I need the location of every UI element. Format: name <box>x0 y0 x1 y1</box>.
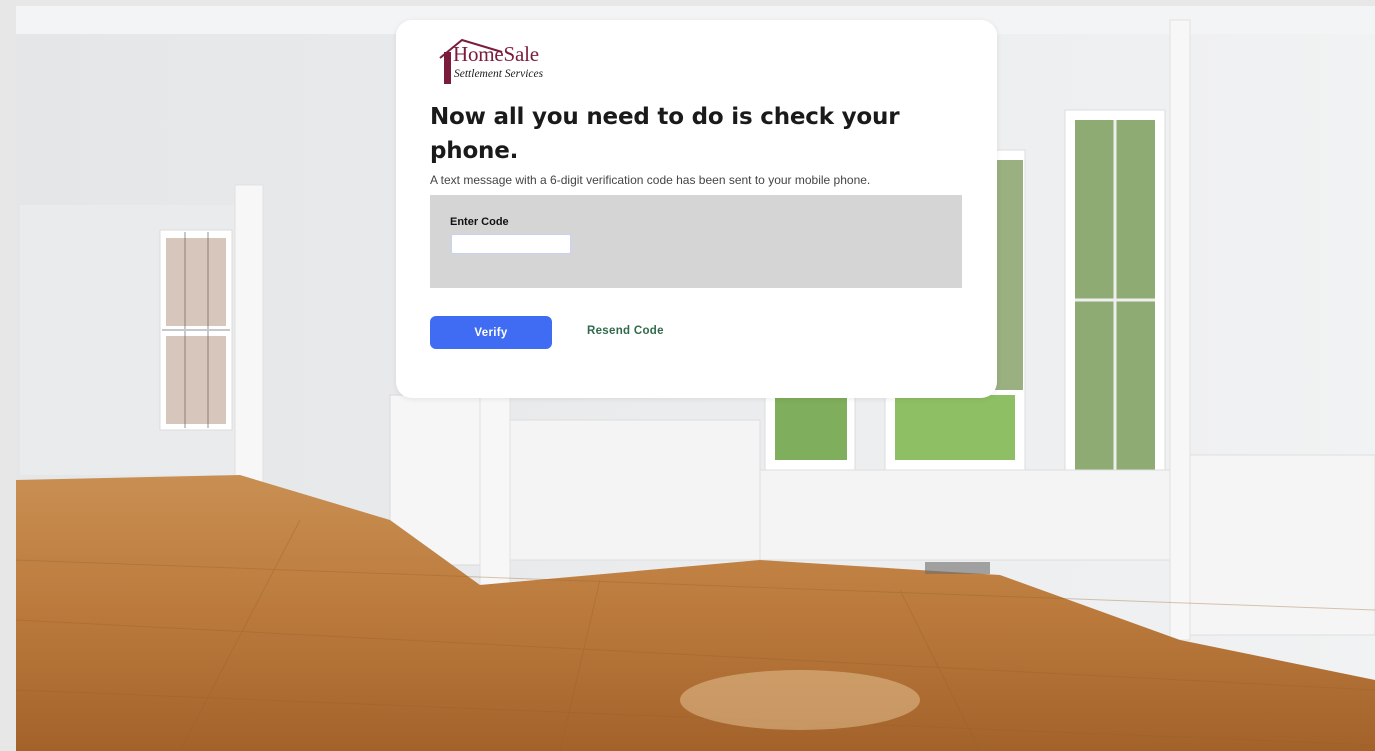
verify-button[interactable]: Verify <box>430 316 552 349</box>
verification-code-input[interactable] <box>451 234 571 254</box>
brand-name: HomeSale <box>453 42 539 66</box>
code-entry-panel: Enter Code <box>430 195 962 288</box>
verification-card: HomeSale Settlement Services Now all you… <box>396 20 997 398</box>
instruction-text: A text message with a 6-digit verificati… <box>430 173 871 187</box>
brand-tagline: Settlement Services <box>454 68 544 80</box>
homesale-logo: HomeSale Settlement Services <box>438 36 568 86</box>
page-title: Now all you need to do is check your pho… <box>430 104 900 164</box>
code-label: Enter Code <box>450 216 509 228</box>
resend-code-link[interactable]: Resend Code <box>587 325 664 337</box>
